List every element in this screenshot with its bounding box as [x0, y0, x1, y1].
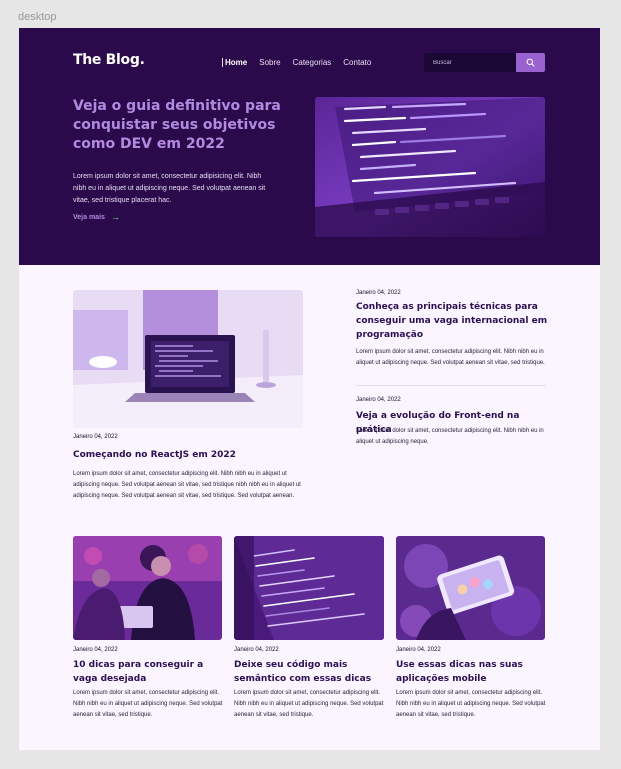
grid-post-3-date: Janeiro 04, 2022 [396, 647, 441, 653]
featured-post-image[interactable] [73, 290, 303, 428]
code-screen-image [315, 97, 545, 237]
arrow-right-icon: → [110, 212, 120, 222]
grid-post-1-excerpt: Lorem ipsum dolor sit amet, consectetur … [73, 690, 223, 718]
grid-post-1-image[interactable] [73, 536, 222, 640]
featured-post-title[interactable]: Começando no ReactJS em 2022 [73, 449, 303, 462]
logo[interactable]: The Blog. [73, 52, 145, 68]
search-button[interactable] [516, 53, 545, 72]
grid-post-3-image[interactable] [396, 536, 545, 640]
search-input[interactable] [424, 53, 517, 72]
frame-label: desktop [18, 11, 57, 23]
nav-item-categorias[interactable]: Categorias [293, 58, 332, 67]
grid-post-1-date: Janeiro 04, 2022 [73, 647, 118, 653]
side-post-2-excerpt: Lorem ipsum dolor sit amet, consectetur … [356, 428, 544, 445]
grid-post-1-title[interactable]: 10 dicas para conseguir a vaga desejada [73, 658, 223, 686]
search-box [424, 53, 545, 72]
code-editor-image [234, 536, 384, 640]
main-nav: Home Sobre Categorias Contato [222, 58, 371, 67]
hero-read-more-link[interactable]: Veja mais → [73, 212, 120, 222]
grid-post-3-title[interactable]: Use essas dicas nas suas aplicações mobi… [396, 658, 546, 686]
grid-post-2-date: Janeiro 04, 2022 [234, 647, 279, 653]
laptop-desk-image [73, 290, 303, 428]
blog-page: The Blog. Home Sobre Categorias Contato … [19, 28, 600, 750]
grid-post-2-title[interactable]: Deixe seu código mais semântico com essa… [234, 658, 386, 686]
hero-title: Veja o guia definitivo para conquistar s… [73, 98, 281, 152]
featured-post-date: Janeiro 04, 2022 [73, 434, 118, 440]
hero-text: Lorem ipsum dolor sit amet, consectetur … [73, 173, 266, 204]
grid-post-3-excerpt: Lorem ipsum dolor sit amet, consectetur … [396, 690, 546, 718]
search-icon [526, 58, 535, 67]
mobile-phone-image [396, 536, 545, 640]
side-post-1-title[interactable]: Conheça as principais técnicas para cons… [356, 300, 551, 342]
side-post-1-excerpt: Lorem ipsum dolor sit amet, consectetur … [356, 349, 545, 366]
side-posts-divider [356, 385, 546, 386]
nav-item-sobre[interactable]: Sobre [259, 58, 280, 67]
side-post-2-date: Janeiro 04, 2022 [356, 397, 401, 403]
nav-item-contato[interactable]: Contato [343, 58, 371, 67]
featured-post-excerpt: Lorem ipsum dolor sit amet, consectetur … [73, 471, 301, 499]
grid-post-2-excerpt: Lorem ipsum dolor sit amet, consectetur … [234, 690, 384, 718]
hero-section: The Blog. Home Sobre Categorias Contato … [19, 28, 600, 265]
side-post-1-date: Janeiro 04, 2022 [356, 290, 401, 296]
hero-image[interactable] [315, 97, 545, 237]
grid-post-2-image[interactable] [234, 536, 384, 640]
hero-link-label: Veja mais [73, 213, 105, 221]
people-coding-image [73, 536, 222, 640]
nav-item-home[interactable]: Home [222, 58, 247, 67]
